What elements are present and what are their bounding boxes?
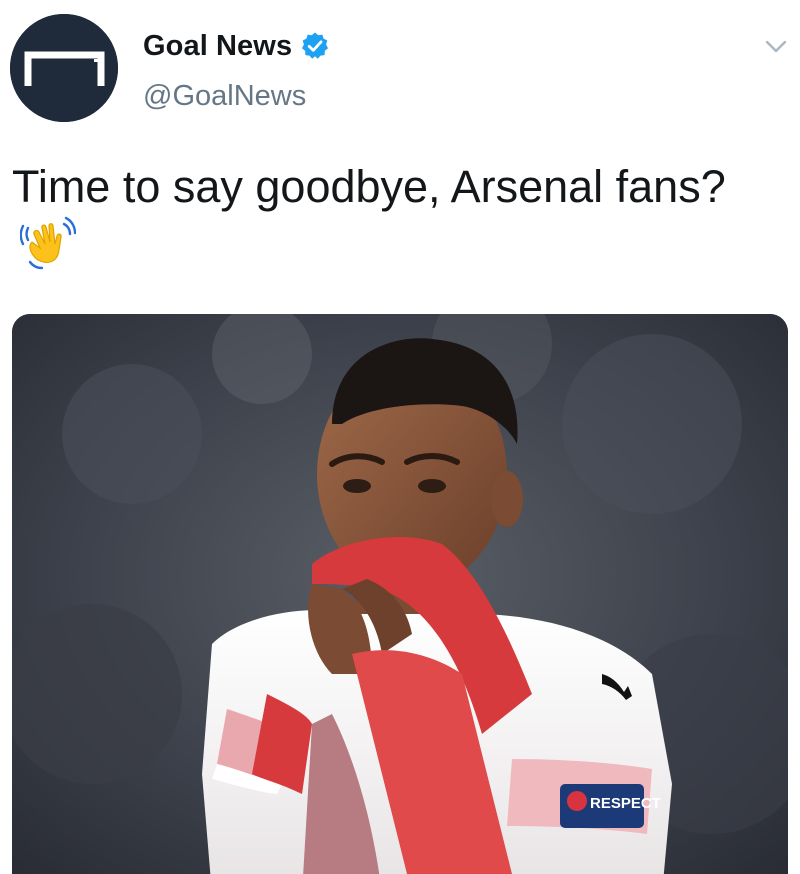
display-name[interactable]: Goal News — [143, 30, 292, 63]
respect-patch-text: RESPECT — [590, 795, 661, 812]
goal-logo-icon — [10, 14, 118, 122]
chevron-down-icon[interactable] — [762, 32, 790, 60]
waving-hand-icon — [19, 216, 77, 272]
avatar[interactable] — [10, 14, 118, 122]
tweet-photo[interactable]: RESPECT — [12, 314, 788, 874]
tweet-text-body: Time to say goodbye, Arsenal fans? — [12, 161, 726, 212]
account-handle[interactable]: @GoalNews — [143, 80, 306, 113]
account-name-row: Goal News — [143, 26, 330, 66]
tweet-card: Goal News @GoalNews Time to say goodbye,… — [0, 0, 800, 874]
football-player-photo: RESPECT — [12, 314, 788, 874]
verified-badge-icon — [300, 31, 330, 61]
tweet-text: Time to say goodbye, Arsenal fans? — [12, 158, 772, 274]
